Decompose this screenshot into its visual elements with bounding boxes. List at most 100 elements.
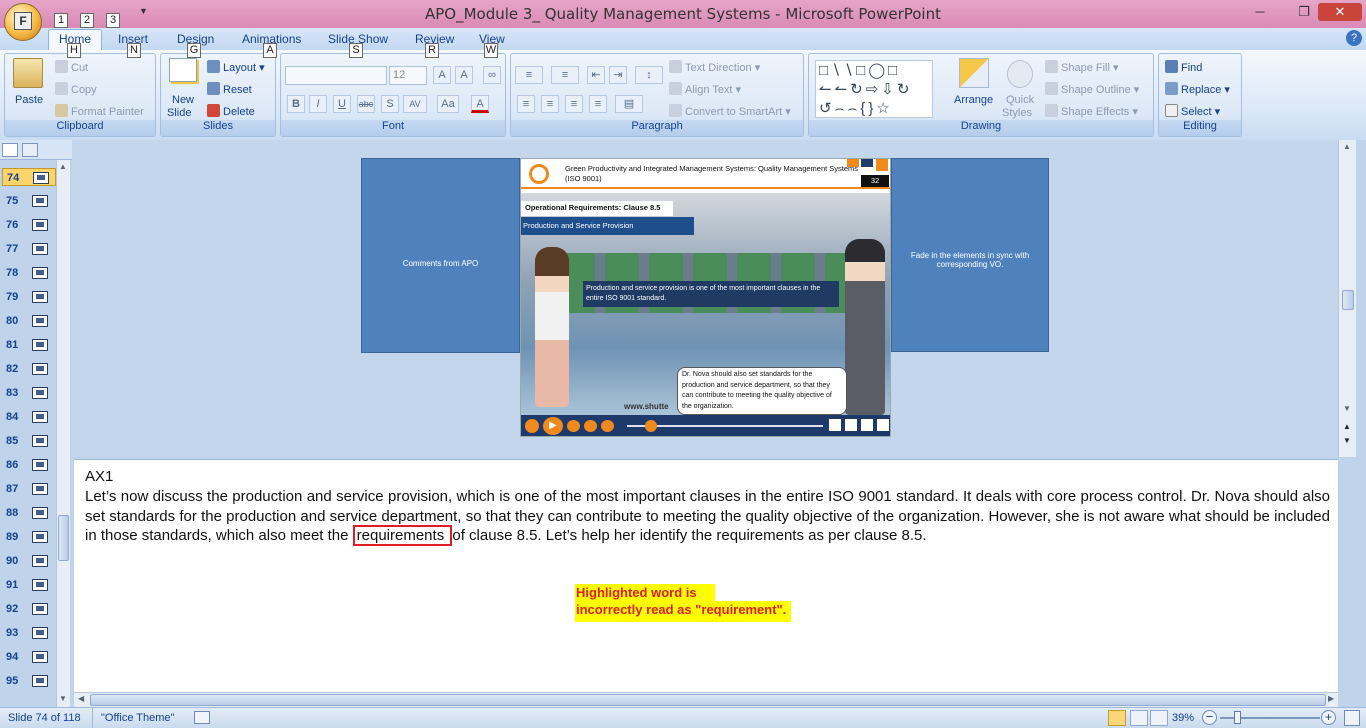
- scroll-up-icon[interactable]: ▲: [1343, 142, 1351, 151]
- slide-thumbnail[interactable]: 90: [2, 552, 56, 570]
- align-left-icon[interactable]: ≡: [517, 95, 535, 113]
- arrange-button[interactable]: Arrange: [954, 94, 993, 106]
- slide-vertical-scrollbar[interactable]: ▲ ▼ ▲ ▼: [1338, 140, 1356, 457]
- office-button[interactable]: F: [4, 3, 42, 41]
- numbering-icon[interactable]: ≡: [551, 66, 579, 84]
- slide-thumbnail[interactable]: 88: [2, 504, 56, 522]
- slide-content[interactable]: Green Productivity and Integrated Manage…: [520, 158, 891, 437]
- strikethrough-icon[interactable]: abc: [357, 95, 375, 113]
- convert-smartart-button[interactable]: Convert to SmartArt ▾: [669, 104, 791, 118]
- align-right-icon[interactable]: ≡: [565, 95, 583, 113]
- vo-sync-note-box[interactable]: Fade in the elements in sync with corres…: [891, 158, 1049, 352]
- line-spacing-icon[interactable]: ↕: [635, 66, 663, 84]
- align-center-icon[interactable]: ≡: [541, 95, 559, 113]
- format-painter-button[interactable]: Format Painter: [55, 104, 144, 118]
- new-slide-icon[interactable]: [169, 58, 197, 82]
- slide-thumbnail[interactable]: 81: [2, 336, 56, 354]
- apo-comments-box[interactable]: Comments from APO: [361, 158, 520, 353]
- minimize-icon[interactable]: ─: [1246, 3, 1274, 21]
- layout-button[interactable]: Layout ▾: [207, 60, 265, 74]
- zoom-level[interactable]: 39%: [1172, 712, 1194, 724]
- quick-styles-icon[interactable]: [1007, 60, 1033, 88]
- slide-thumbnail[interactable]: 91: [2, 576, 56, 594]
- menu-icon[interactable]: [861, 419, 873, 431]
- slide-sorter-icon[interactable]: [1130, 710, 1148, 726]
- qat-keytip-2[interactable]: 2: [80, 13, 94, 28]
- slide-thumbnail[interactable]: 86: [2, 456, 56, 474]
- italic-icon[interactable]: I: [309, 95, 327, 113]
- underline-icon[interactable]: U: [333, 95, 351, 113]
- close-player-icon[interactable]: [877, 419, 889, 431]
- notes-text[interactable]: Let’s now discuss the production and ser…: [85, 487, 1330, 547]
- slide-show-view-icon[interactable]: [1150, 710, 1168, 726]
- copy-button[interactable]: Copy: [55, 82, 97, 96]
- slide-thumbnail[interactable]: 89: [2, 528, 56, 546]
- slide-thumbnail[interactable]: 78: [2, 264, 56, 282]
- shape-fill-button[interactable]: Shape Fill ▾: [1045, 60, 1119, 74]
- slides-tab-icon[interactable]: [2, 143, 18, 157]
- help-icon[interactable]: ?: [1346, 30, 1362, 46]
- quick-styles-label-2[interactable]: Styles: [1002, 107, 1032, 119]
- slide-thumbnail[interactable]: 76: [2, 216, 56, 234]
- replay-icon[interactable]: [525, 419, 539, 433]
- new-slide-label-1[interactable]: New: [172, 94, 194, 106]
- slide-thumbnail[interactable]: 93: [2, 624, 56, 642]
- slide-thumbnail[interactable]: 94: [2, 648, 56, 666]
- replace-button[interactable]: Replace ▾: [1165, 82, 1230, 96]
- slide-thumbnail[interactable]: 74: [2, 168, 56, 186]
- play-icon[interactable]: ▶: [543, 417, 563, 435]
- change-case-icon[interactable]: Aa: [437, 95, 459, 113]
- paste-button[interactable]: Paste: [15, 94, 43, 106]
- font-size-combo[interactable]: 12: [389, 66, 427, 85]
- slide-thumbnail[interactable]: 92: [2, 600, 56, 618]
- slide-list-scrollbar[interactable]: ▲ ▼: [56, 160, 70, 708]
- text-direction-button[interactable]: Text Direction ▾: [669, 60, 760, 74]
- decrease-indent-icon[interactable]: ⇤: [587, 66, 605, 84]
- normal-view-icon[interactable]: [1108, 710, 1126, 726]
- font-color-icon[interactable]: A: [471, 95, 489, 113]
- outline-tab-icon[interactable]: [22, 143, 38, 157]
- shapes-gallery[interactable]: □∖∖□◯□ ↼↼↻⇨⇩↻ ↺⌢⌢{}☆: [815, 60, 933, 118]
- slide-thumbnail[interactable]: 77: [2, 240, 56, 258]
- qat-keytip-1[interactable]: 1: [54, 13, 68, 28]
- slide-thumbnail[interactable]: 84: [2, 408, 56, 426]
- scroll-up-icon[interactable]: ▲: [59, 162, 67, 171]
- slide-thumbnail[interactable]: 87: [2, 480, 56, 498]
- scroll-right-icon[interactable]: ▶: [1328, 694, 1334, 703]
- zoom-in-icon[interactable]: +: [1321, 710, 1336, 725]
- shape-outline-button[interactable]: Shape Outline ▾: [1045, 82, 1139, 96]
- font-name-combo[interactable]: [285, 66, 387, 85]
- scroll-left-icon[interactable]: ◀: [78, 694, 84, 703]
- scroll-down-icon[interactable]: ▼: [59, 694, 67, 703]
- restore-icon[interactable]: ❐: [1290, 3, 1318, 21]
- delete-button[interactable]: Delete: [207, 104, 255, 118]
- quick-styles-label-1[interactable]: Quick: [1006, 94, 1034, 106]
- bold-icon[interactable]: B: [287, 95, 305, 113]
- grow-font-icon[interactable]: A: [433, 66, 451, 84]
- scroll-thumb[interactable]: [1342, 290, 1354, 310]
- volume-icon[interactable]: [829, 419, 841, 431]
- spell-check-icon[interactable]: [194, 711, 210, 724]
- reset-button[interactable]: Reset: [207, 82, 252, 96]
- next-icon[interactable]: [584, 420, 597, 432]
- scroll-thumb[interactable]: [90, 694, 1326, 706]
- qat-keytip-3[interactable]: 3: [106, 13, 120, 28]
- fit-to-window-icon[interactable]: [1344, 710, 1360, 726]
- select-button[interactable]: Select ▾: [1165, 104, 1220, 118]
- find-button[interactable]: Find: [1165, 60, 1202, 74]
- shadow-icon[interactable]: S: [381, 95, 399, 113]
- forward-icon[interactable]: [601, 420, 614, 432]
- columns-icon[interactable]: ▤: [615, 95, 643, 113]
- previous-slide-icon[interactable]: ▲: [1343, 422, 1351, 431]
- shape-effects-button[interactable]: Shape Effects ▾: [1045, 104, 1138, 118]
- qat-customize-icon[interactable]: ▼: [139, 6, 148, 16]
- arrange-icon[interactable]: [959, 58, 989, 88]
- scroll-down-icon[interactable]: ▼: [1343, 404, 1351, 413]
- zoom-slider-thumb[interactable]: [1234, 711, 1241, 724]
- increase-indent-icon[interactable]: ⇥: [609, 66, 627, 84]
- notes-horizontal-scrollbar[interactable]: ◀ ▶: [74, 692, 1338, 707]
- shrink-font-icon[interactable]: A: [455, 66, 473, 84]
- captions-icon[interactable]: [845, 419, 857, 431]
- clear-format-icon[interactable]: ∞: [483, 66, 501, 84]
- scroll-thumb[interactable]: [58, 515, 69, 561]
